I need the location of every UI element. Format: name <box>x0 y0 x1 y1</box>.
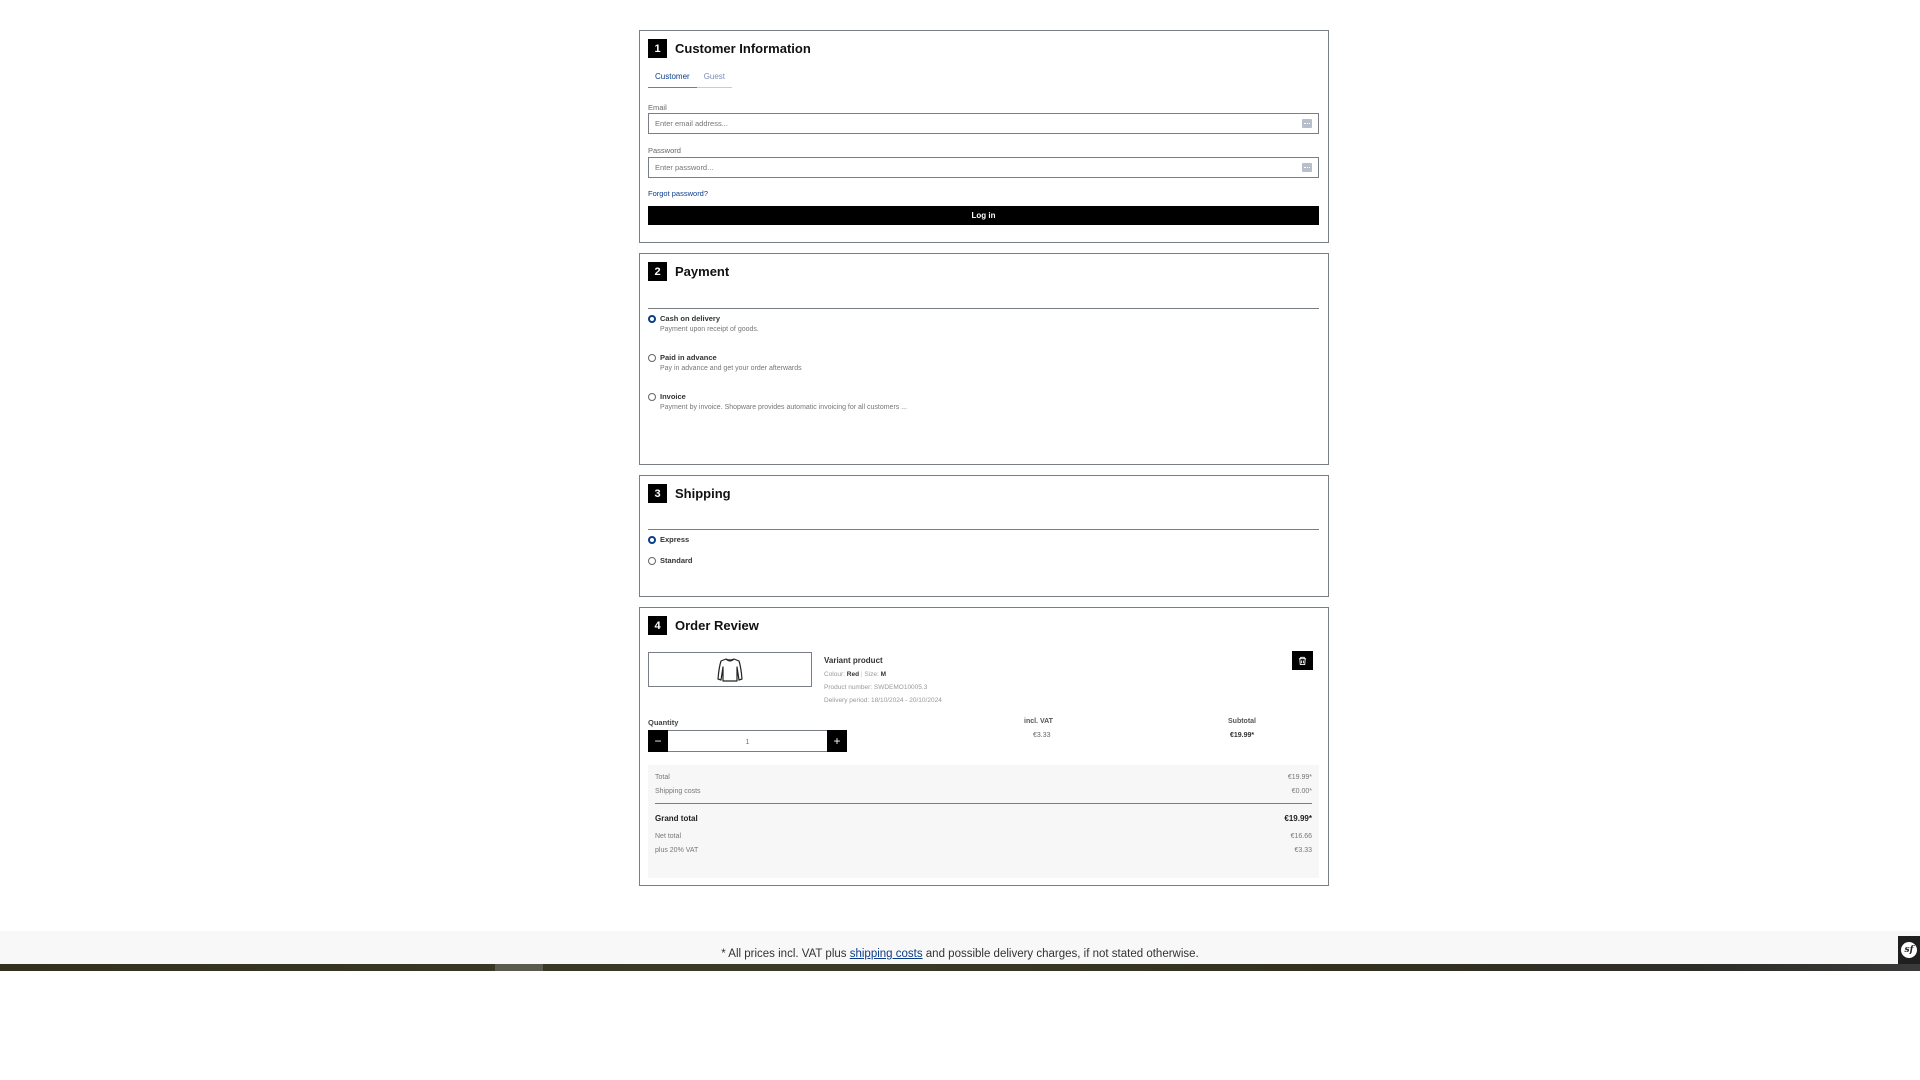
payment-option-paid-in-advance[interactable]: Paid in advance Pay in advance and get y… <box>648 353 802 372</box>
payment-option-description: Payment upon receipt of goods. <box>660 326 759 333</box>
section-header: 3 Shipping <box>648 484 731 503</box>
product-image[interactable] <box>648 652 812 687</box>
incl-vat-value: €3.33 <box>1033 732 1051 739</box>
radio-selected[interactable] <box>648 315 656 323</box>
symfony-logo-icon: sf <box>1901 942 1917 958</box>
incl-vat-header: incl. VAT <box>1024 718 1053 725</box>
subtotal-value: €19.99* <box>1230 732 1255 739</box>
summary-label: Shipping costs <box>655 788 701 795</box>
section-divider <box>648 529 1319 530</box>
customer-tabs: Customer Guest <box>648 68 733 88</box>
forgot-password-link[interactable]: Forgot password? <box>648 189 708 198</box>
customer-information-section: 1 Customer Information Customer Guest Em… <box>639 30 1329 243</box>
section-divider <box>648 308 1319 309</box>
section-title: Order Review <box>675 618 759 633</box>
section-header: 2 Payment <box>648 262 729 281</box>
longsleeve-shirt-icon <box>717 657 743 682</box>
radio-unselected[interactable] <box>648 393 656 401</box>
step-number-badge: 2 <box>648 262 667 281</box>
payment-option-label: Cash on delivery <box>660 314 721 323</box>
summary-net-total-row: Net total €16.66 <box>655 833 1312 840</box>
quantity-increase-button[interactable]: + <box>827 730 847 752</box>
payment-option-label: Paid in advance <box>660 353 717 362</box>
summary-label: Net total <box>655 833 682 840</box>
colour-value: Red <box>846 671 860 678</box>
radio-unselected[interactable] <box>648 557 656 565</box>
checkout-page: 1 Customer Information Customer Guest Em… <box>0 0 1920 1080</box>
product-variant: Colour: Red | Size: M <box>824 671 887 678</box>
radio-unselected[interactable] <box>648 354 656 362</box>
summary-value: €16.66 <box>1290 833 1312 840</box>
tab-customer[interactable]: Customer <box>648 68 697 88</box>
summary-grand-total-row: Grand total €19.99* <box>655 814 1312 823</box>
password-field-wrapper <box>648 157 1319 178</box>
shipping-costs-link[interactable]: shipping costs <box>850 948 923 960</box>
shipping-option-standard[interactable]: Standard <box>648 556 693 565</box>
summary-label: Total <box>655 774 670 781</box>
colour-label: Colour: <box>824 671 845 678</box>
payment-section: 2 Payment Cash on delivery Payment upon … <box>639 253 1329 465</box>
shipping-section: 3 Shipping Express Standard <box>639 475 1329 597</box>
payment-option-invoice[interactable]: Invoice Payment by invoice. Shopware pro… <box>648 392 907 411</box>
size-value: M <box>880 671 887 678</box>
section-title: Customer Information <box>675 41 811 56</box>
product-name[interactable]: Variant product <box>824 656 942 665</box>
trash-icon <box>1298 656 1307 665</box>
section-header: 1 Customer Information <box>648 39 811 58</box>
quantity-stepper: − 1 + <box>648 730 847 752</box>
size-label: Size: <box>864 671 879 678</box>
summary-vat-row: plus 20% VAT €3.33 <box>655 847 1312 854</box>
section-header: 4 Order Review <box>648 616 759 635</box>
radio-selected[interactable] <box>648 536 656 544</box>
payment-option-description: Payment by invoice. Shopware provides au… <box>660 404 908 411</box>
section-title: Payment <box>675 264 730 279</box>
summary-value: €3.33 <box>1294 847 1312 854</box>
payment-option-label: Invoice <box>660 392 686 401</box>
shipping-option-label: Standard <box>660 556 693 565</box>
summary-label: Grand total <box>655 814 698 823</box>
password-input[interactable] <box>655 163 1302 172</box>
step-number-badge: 3 <box>648 484 667 503</box>
summary-value: €19.99* <box>1284 814 1312 823</box>
quantity-decrease-button[interactable]: − <box>648 730 668 752</box>
login-button[interactable]: Log in <box>648 206 1319 225</box>
payment-option-description: Pay in advance and get your order afterw… <box>660 365 802 372</box>
summary-total-row: Total €19.99* <box>655 774 1312 781</box>
remove-item-button[interactable] <box>1292 651 1313 670</box>
delivery-period: Delivery period: 18/10/2024 - 20/10/2024 <box>824 697 942 704</box>
email-label: Email <box>648 103 667 112</box>
email-input[interactable] <box>655 119 1302 128</box>
password-manager-icon[interactable] <box>1302 163 1312 172</box>
quantity-label: Quantity <box>648 718 679 727</box>
shipping-option-label: Express <box>660 535 690 544</box>
password-label: Password <box>648 146 681 155</box>
summary-label: plus 20% VAT <box>655 847 699 854</box>
email-field-wrapper <box>648 113 1319 134</box>
toolbar-highlight <box>495 964 543 971</box>
product-number: Product number: SWDEMO10005.3 <box>824 684 928 691</box>
section-title: Shipping <box>675 486 731 501</box>
summary-shipping-row: Shipping costs €0.00* <box>655 788 1312 795</box>
footer-vat-note: * All prices incl. VAT plus shipping cos… <box>0 948 1920 960</box>
order-summary: Total €19.99* Shipping costs €0.00* Gran… <box>648 765 1319 878</box>
tab-guest[interactable]: Guest <box>697 68 732 87</box>
product-info: Variant product Colour: Red | Size: M Pr… <box>824 656 942 704</box>
symfony-toolbar-toggle[interactable]: sf <box>1898 936 1920 964</box>
summary-value: €0.00* <box>1291 788 1312 795</box>
summary-divider <box>655 803 1312 804</box>
debug-toolbar-bar <box>0 964 1920 971</box>
password-manager-icon[interactable] <box>1302 119 1312 128</box>
step-number-badge: 1 <box>648 39 667 58</box>
footer-note-suffix: and possible delivery charges, if not st… <box>922 948 1199 960</box>
step-number-badge: 4 <box>648 616 667 635</box>
summary-value: €19.99* <box>1287 774 1312 781</box>
quantity-input[interactable]: 1 <box>668 730 827 752</box>
subtotal-header: Subtotal <box>1228 718 1256 725</box>
payment-option-cash-on-delivery[interactable]: Cash on delivery Payment upon receipt of… <box>648 314 759 333</box>
footer-note-prefix: * All prices incl. VAT plus <box>721 948 850 960</box>
shipping-option-express[interactable]: Express <box>648 535 689 544</box>
order-review-section: 4 Order Review Variant product Colour: R… <box>639 607 1329 886</box>
